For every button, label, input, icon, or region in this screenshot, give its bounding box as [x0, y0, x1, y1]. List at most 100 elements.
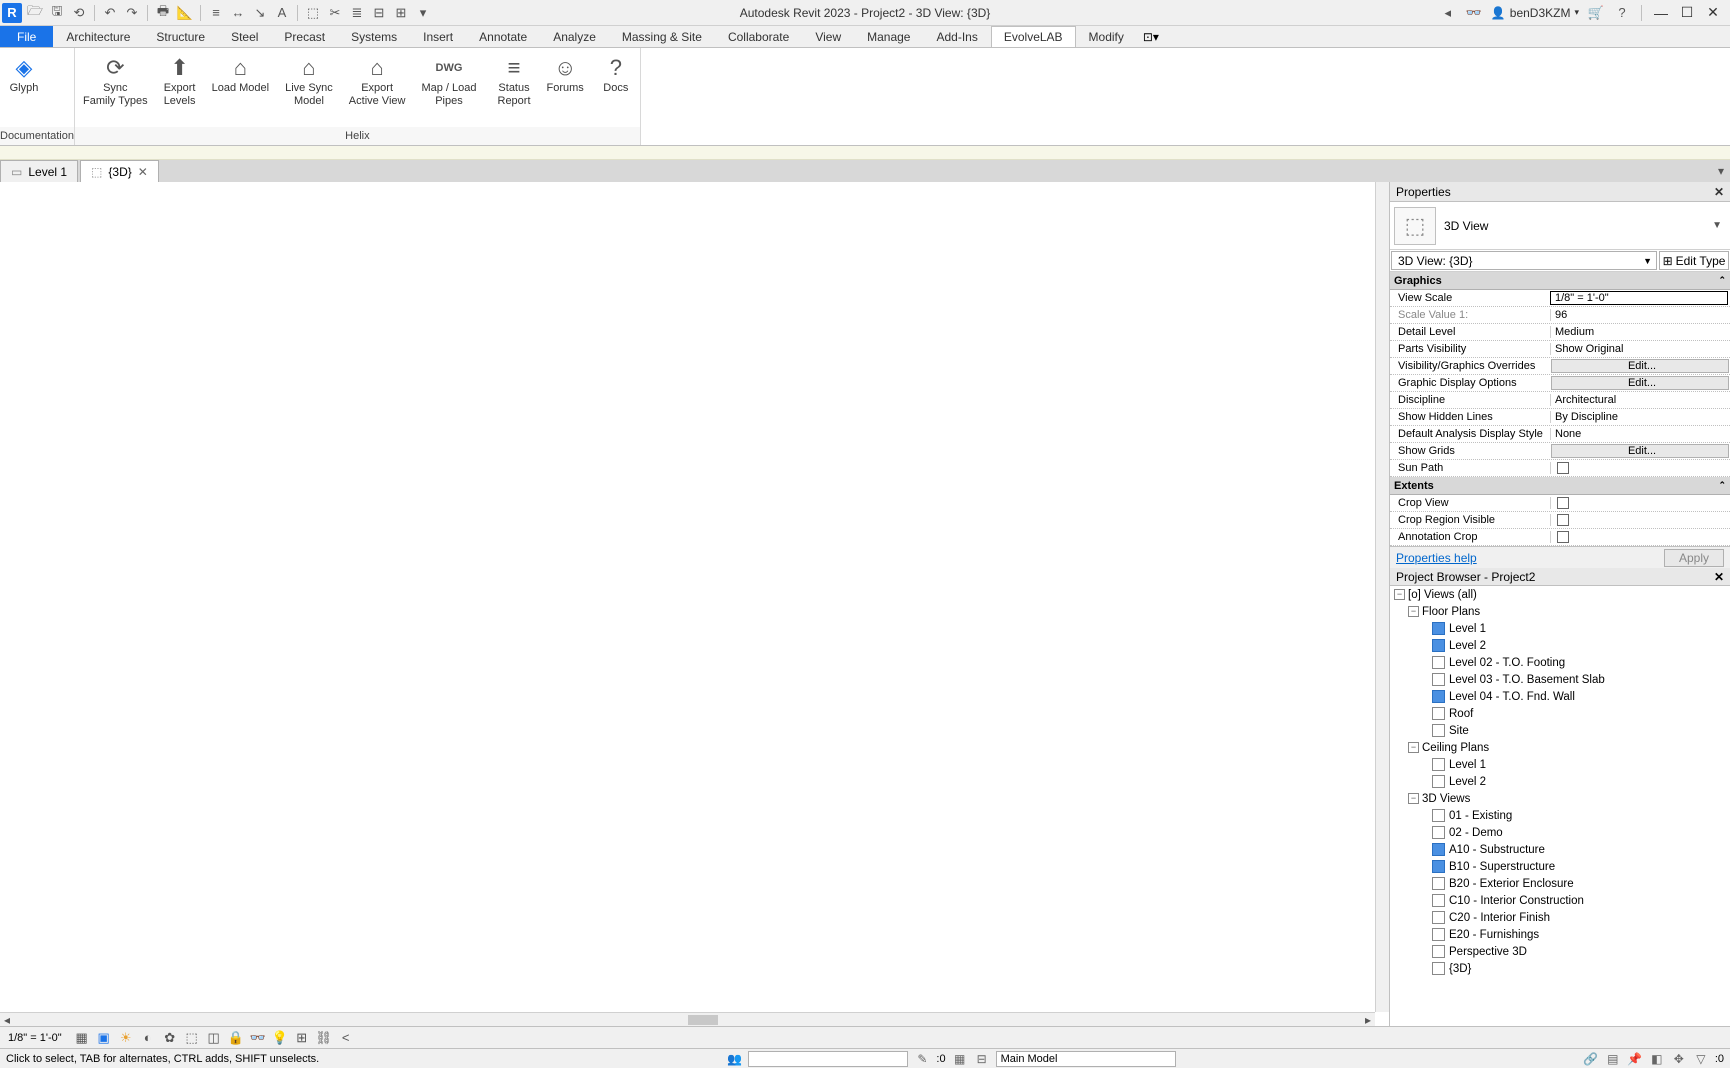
qat-print-icon[interactable]: 🖶	[154, 4, 172, 22]
prop-hidden-lines[interactable]: Show Hidden LinesBy Discipline	[1390, 409, 1730, 426]
design-option-combo[interactable]: Main Model	[996, 1051, 1176, 1067]
tab-systems[interactable]: Systems	[338, 26, 410, 47]
tree-views-all[interactable]: −[o] Views (all)	[1390, 586, 1730, 603]
view-tabs-menu-icon[interactable]: ▾	[1712, 160, 1730, 182]
edit-button[interactable]: Edit...	[1551, 444, 1729, 458]
qat-thin-icon[interactable]: ≣	[348, 4, 366, 22]
view-tab-3d[interactable]: ⬚ {3D} ✕	[80, 160, 159, 182]
visual-style-icon[interactable]: ▣	[96, 1030, 112, 1046]
prop-graphic-display[interactable]: Graphic Display OptionsEdit...	[1390, 375, 1730, 392]
tree-item[interactable]: E20 - Furnishings	[1390, 926, 1730, 943]
qat-tag-icon[interactable]: ↘	[251, 4, 269, 22]
tab-analyze[interactable]: Analyze	[540, 26, 609, 47]
project-browser-tree[interactable]: −[o] Views (all) −Floor Plans Level 1 Le…	[1390, 586, 1730, 1026]
checkbox[interactable]	[1557, 497, 1569, 509]
design-options-icon[interactable]: ▦	[952, 1051, 968, 1067]
tree-item[interactable]: Roof	[1390, 705, 1730, 722]
tree-floor-plans[interactable]: −Floor Plans	[1390, 603, 1730, 620]
tree-item[interactable]: A10 - Substructure	[1390, 841, 1730, 858]
collapse-icon[interactable]: −	[1408, 742, 1419, 753]
user-menu[interactable]: 👤 benD3KZM ▾	[1491, 6, 1579, 20]
tree-item[interactable]: {3D}	[1390, 960, 1730, 977]
collapse-icon[interactable]: −	[1408, 606, 1419, 617]
tab-architecture[interactable]: Architecture	[53, 26, 143, 47]
checkbox[interactable]	[1557, 462, 1569, 474]
exclude-options-icon[interactable]: ⊟	[974, 1051, 990, 1067]
prop-analysis-style[interactable]: Default Analysis Display StyleNone	[1390, 426, 1730, 443]
qat-save-icon[interactable]: 🖫	[48, 4, 66, 22]
group-graphics[interactable]: Graphics⌃	[1390, 272, 1730, 290]
maximize-button[interactable]: ☐	[1678, 4, 1696, 22]
tab-modify[interactable]: Modify	[1076, 26, 1137, 47]
tree-item[interactable]: Level 02 - T.O. Footing	[1390, 654, 1730, 671]
qat-measure-icon[interactable]: 📐	[176, 4, 194, 22]
select-underlay-icon[interactable]: ▤	[1605, 1051, 1621, 1067]
tree-item[interactable]: 01 - Existing	[1390, 807, 1730, 824]
temp-hide-icon[interactable]: 👓	[250, 1030, 266, 1046]
prop-value[interactable]: Architectural	[1550, 394, 1730, 406]
tab-view[interactable]: View	[802, 26, 854, 47]
vertical-scrollbar[interactable]	[1375, 182, 1389, 1012]
edit-type-button[interactable]: ⊞ Edit Type	[1659, 251, 1729, 270]
docs-button[interactable]: ?Docs	[592, 52, 640, 97]
horizontal-scrollbar[interactable]: ◂ ▸	[0, 1012, 1375, 1026]
tree-3d-views[interactable]: −3D Views	[1390, 790, 1730, 807]
tab-annotate[interactable]: Annotate	[466, 26, 540, 47]
prop-value[interactable]: Medium	[1550, 326, 1730, 338]
crop-view-icon[interactable]: ⬚	[184, 1030, 200, 1046]
qat-redo-icon[interactable]: ↷	[123, 4, 141, 22]
drag-elements-icon[interactable]: ✥	[1671, 1051, 1687, 1067]
edit-button[interactable]: Edit...	[1551, 376, 1729, 390]
tab-manage[interactable]: Manage	[854, 26, 923, 47]
workset-combo[interactable]	[748, 1051, 908, 1067]
project-browser-close-icon[interactable]: ✕	[1714, 570, 1724, 584]
group-extents[interactable]: Extents⌃	[1390, 477, 1730, 495]
tree-item[interactable]: Level 04 - T.O. Fnd. Wall	[1390, 688, 1730, 705]
prop-value[interactable]: Show Original	[1550, 343, 1730, 355]
sync-family-types-button[interactable]: ⟳Sync Family Types	[75, 52, 156, 110]
tab-steel[interactable]: Steel	[218, 26, 271, 47]
select-face-icon[interactable]: ◧	[1649, 1051, 1665, 1067]
tree-item[interactable]: Level 2	[1390, 637, 1730, 654]
view-scale-display[interactable]: 1/8" = 1'-0"	[8, 1032, 68, 1044]
tree-item[interactable]: Level 03 - T.O. Basement Slab	[1390, 671, 1730, 688]
tab-file[interactable]: File	[0, 26, 53, 47]
properties-close-icon[interactable]: ✕	[1714, 185, 1724, 199]
prop-discipline[interactable]: DisciplineArchitectural	[1390, 392, 1730, 409]
cart-icon[interactable]: 🛒	[1587, 4, 1605, 22]
apply-button[interactable]: Apply	[1664, 549, 1724, 567]
help-icon[interactable]: ?	[1613, 4, 1631, 22]
instance-selector[interactable]: 3D View: {3D} ▼	[1391, 251, 1657, 270]
edit-button[interactable]: Edit...	[1551, 359, 1729, 373]
qat-3d-icon[interactable]: ⬚	[304, 4, 322, 22]
scroll-left-icon[interactable]: ◂	[0, 1013, 14, 1027]
qat-dim-icon[interactable]: ↔	[229, 4, 247, 22]
tree-item[interactable]: C20 - Interior Finish	[1390, 909, 1730, 926]
tree-item[interactable]: Site	[1390, 722, 1730, 739]
properties-help-link[interactable]: Properties help	[1396, 551, 1477, 565]
minimize-button[interactable]: —	[1652, 4, 1670, 22]
prop-value[interactable]	[1550, 462, 1730, 474]
tree-item[interactable]: 02 - Demo	[1390, 824, 1730, 841]
prop-sun-path[interactable]: Sun Path	[1390, 460, 1730, 477]
tree-item[interactable]: Perspective 3D	[1390, 943, 1730, 960]
qat-switch-icon[interactable]: ⊞	[392, 4, 410, 22]
sun-path-icon[interactable]: ☀	[118, 1030, 134, 1046]
tree-item[interactable]: Level 1	[1390, 756, 1730, 773]
close-tab-icon[interactable]: ✕	[138, 165, 148, 179]
forums-button[interactable]: ☺Forums	[539, 52, 592, 97]
prop-annotation-crop[interactable]: Annotation Crop	[1390, 529, 1730, 546]
qat-close-icon[interactable]: ⊟	[370, 4, 388, 22]
select-pinned-icon[interactable]: 📌	[1627, 1051, 1643, 1067]
reveal-constraints-icon[interactable]: ⛓	[316, 1030, 332, 1046]
tab-collaborate[interactable]: Collaborate	[715, 26, 802, 47]
map-load-pipes-button[interactable]: DWGMap / Load Pipes	[413, 52, 484, 110]
qat-sync-icon[interactable]: ⟲	[70, 4, 88, 22]
tree-item[interactable]: Level 2	[1390, 773, 1730, 790]
lock-icon[interactable]: 🔒	[228, 1030, 244, 1046]
live-sync-button[interactable]: ⌂Live Sync Model	[277, 52, 341, 110]
prop-value[interactable]	[1550, 531, 1730, 543]
tree-item[interactable]: B20 - Exterior Enclosure	[1390, 875, 1730, 892]
collapse-icon[interactable]: −	[1394, 589, 1405, 600]
tree-ceiling-plans[interactable]: −Ceiling Plans	[1390, 739, 1730, 756]
